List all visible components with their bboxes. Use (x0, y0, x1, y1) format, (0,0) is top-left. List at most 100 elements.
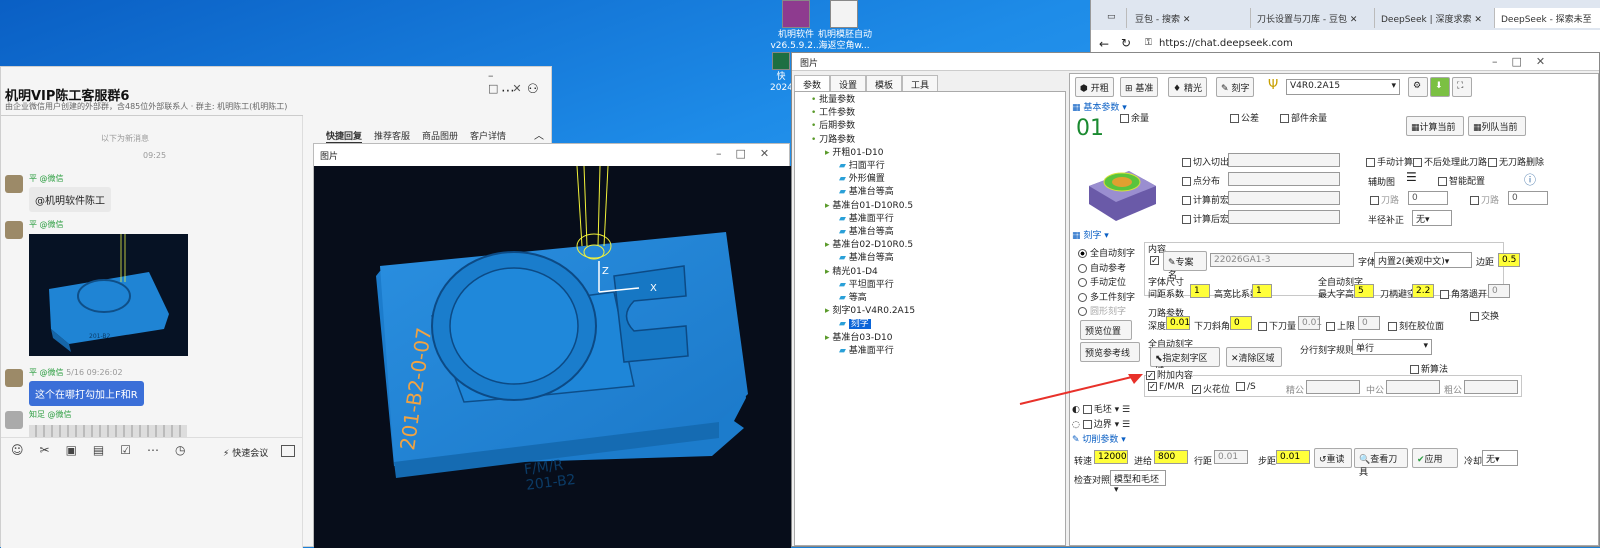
avatar[interactable] (5, 369, 23, 387)
tool-edit-icon[interactable]: ⚙ (1408, 77, 1428, 97)
coolant-select[interactable]: 无▾ (1482, 450, 1518, 466)
upper-limit-check[interactable]: 上限 (1326, 319, 1355, 332)
boundary-check[interactable]: ◌ 边界 ▾ ☰ (1072, 417, 1130, 430)
finish-button[interactable]: ♦ 精光 (1168, 77, 1207, 97)
engrave-section-header[interactable]: ▦ 刻字 ▾ (1072, 228, 1109, 241)
url-field[interactable]: https://chat.deepseek.com (1159, 38, 1293, 49)
browser-tab[interactable]: 豆包 - 搜索 ✕ (1129, 8, 1251, 28)
avatar[interactable] (5, 411, 23, 429)
tab-catalog[interactable]: 商品图册 (422, 132, 458, 142)
desktop-icon-mobei[interactable]: 机明模胚自动 海返空角w... (818, 0, 872, 52)
mode-circle[interactable]: 圆形刻字 (1078, 305, 1135, 320)
tree-node-step[interactable]: ▰ 基准台等高 (799, 186, 1061, 199)
datum-button[interactable]: ⊞ 基准 (1120, 77, 1159, 97)
tree-node-op[interactable]: ▸ 基准台03-D10 (799, 332, 1061, 345)
reload-button[interactable]: ↺重读 (1314, 448, 1352, 468)
info-icon[interactable]: ⓘ (1524, 171, 1536, 188)
layers-icon[interactable]: ☰ (1406, 170, 1417, 184)
tree-node-step[interactable]: ▰ 外形偏置 (799, 173, 1061, 186)
engrave-code-field[interactable]: 22026GA1-3 (1210, 253, 1354, 267)
tree-node-op[interactable]: ▸ 精光01-D4 (799, 266, 1061, 279)
tree-node-step[interactable]: ▰ 基准台等高 (799, 226, 1061, 239)
mode-full-auto[interactable]: 全自动刻字 (1078, 247, 1135, 262)
sidebar-toggle-icon[interactable] (281, 445, 295, 457)
split-rule-select[interactable]: 单行 ▾ (1352, 339, 1432, 355)
max-height-field[interactable]: 5 (1354, 284, 1374, 298)
window-controls[interactable]: –□✕ (488, 69, 551, 95)
point-dist-check[interactable]: 点分布 (1182, 174, 1220, 187)
tree-node-step[interactable]: ▰ 平坦面平行 (799, 279, 1061, 292)
font-select[interactable]: 内置2(美观中文)▾ (1374, 252, 1472, 268)
post-macro-select[interactable] (1228, 210, 1340, 224)
emoji-icon[interactable]: ☺ (11, 443, 24, 457)
tree-node-op[interactable]: ▸ 基准台02-D10R0.5 (799, 239, 1061, 252)
avatar[interactable] (5, 221, 23, 239)
tool-select[interactable]: V4R0.2A15 ▾ (1286, 79, 1400, 95)
down-amount-check[interactable]: 下刀量 (1258, 319, 1296, 332)
lead-inout-select[interactable] (1228, 153, 1340, 167)
pre-macro-check[interactable]: 计算前宏 (1182, 193, 1229, 206)
part-allowance-check[interactable]: 部件余量 (1280, 111, 1327, 124)
fmr-check[interactable]: F/M/R (1148, 382, 1184, 392)
step-field[interactable]: 0.01 (1214, 450, 1248, 464)
more-chat-icon[interactable]: ⋯ (147, 443, 159, 457)
browser-tab[interactable]: DeepSeek | 深度求索 ✕ (1375, 8, 1495, 28)
tree-node-step[interactable]: ▰ 基准面平行 (799, 213, 1061, 226)
tree-node-step[interactable]: ▰ 等高 (799, 292, 1061, 305)
cut-path-check-1[interactable]: 刀路 (1370, 193, 1399, 206)
queue-current-button[interactable]: ▦列队当前 (1468, 116, 1526, 136)
tree-node-root[interactable]: • 工件参数 (799, 107, 1061, 120)
roughing-button[interactable]: ⬢ 开粗 (1075, 77, 1114, 97)
point-dist-select[interactable] (1228, 172, 1340, 186)
message-image-partial[interactable] (29, 425, 187, 437)
allowance-check[interactable]: 余量 (1120, 111, 1149, 124)
message-image[interactable]: 201-B2 (29, 234, 188, 356)
window-controls[interactable]: –□✕ (1492, 55, 1559, 68)
frame-icon[interactable]: ⛶ (1452, 77, 1472, 97)
upper-limit-field[interactable]: 0 (1358, 316, 1380, 330)
no-delete-check[interactable]: 无刀路删除 (1488, 155, 1544, 168)
browser-tab-active[interactable]: DeepSeek - 探索未至 (1495, 8, 1600, 28)
tab-service[interactable]: 推荐客服 (374, 132, 410, 142)
tolerance-check[interactable]: 公差 (1230, 111, 1259, 124)
avatar[interactable] (5, 175, 23, 193)
mode-multi[interactable]: 多工件刻字 (1078, 291, 1135, 306)
engrave-button[interactable]: ✎ 刻字 (1216, 77, 1255, 97)
add-member-icon[interactable]: ⚇ (527, 82, 539, 97)
ratio-field[interactable]: 1 (1252, 284, 1272, 298)
task-icon[interactable]: ☑ (120, 443, 131, 457)
radius-comp-select[interactable]: 无▾ (1412, 210, 1452, 226)
down-amount-field[interactable]: 0.01 (1298, 316, 1322, 330)
pre-macro-select[interactable] (1228, 191, 1340, 205)
preview-position-button[interactable]: 预览位置 (1080, 320, 1132, 340)
feed-field[interactable]: 800 (1154, 450, 1188, 464)
calc-current-button[interactable]: ▦计算当前 (1406, 116, 1464, 136)
tree-node-op[interactable]: ▸ 基准台01-D10R0.5 (799, 200, 1061, 213)
tree-node-op[interactable]: ▸ 刻字01-V4R0.2A15 (799, 305, 1061, 318)
tree-node-step[interactable]: ▰ 扫面平行 (799, 160, 1061, 173)
holder-avoid-field[interactable]: 2.2 (1412, 284, 1434, 298)
new-algorithm-check[interactable]: 新算法 (1410, 362, 1448, 375)
mid-field[interactable] (1386, 380, 1440, 394)
margin-field[interactable]: 0.5 (1498, 253, 1520, 267)
back-icon[interactable]: ← (1099, 37, 1109, 51)
tree-node-root[interactable]: • 后期参数 (799, 120, 1061, 133)
tree-node-step[interactable]: ▰ 基准面平行 (799, 345, 1061, 358)
cut-value-1[interactable]: 0 (1408, 191, 1448, 205)
refresh-icon[interactable]: ↻ (1121, 36, 1131, 50)
desktop-icon-jiming[interactable]: 机明软件 v26.5.9.2... (770, 0, 822, 52)
manual-calc-check[interactable]: 手动计算 (1366, 155, 1413, 168)
basic-section-header[interactable]: ▦ 基本参数 ▾ (1072, 100, 1127, 113)
depth-field[interactable]: 0.01 (1166, 316, 1190, 330)
no-post-check[interactable]: 不后处理此刀路 (1413, 155, 1487, 168)
swap-check[interactable]: 交换 (1470, 309, 1499, 322)
speed-field[interactable]: 12000 (1094, 450, 1128, 464)
message-bubble-selected[interactable]: 这个在哪打勾加上F和R (29, 381, 144, 406)
file-icon[interactable]: ▤ (93, 443, 104, 457)
message-bubble[interactable]: @机明软件陈工 (29, 187, 111, 212)
ramp-field[interactable]: 0 (1230, 316, 1252, 330)
check-select[interactable]: 模型和毛坯▾ (1110, 470, 1166, 495)
clock-icon[interactable]: ◷ (175, 443, 185, 457)
s-check[interactable]: /S (1236, 382, 1256, 392)
browser-tab[interactable]: 刀长设置与刀库 - 豆包 ✕ (1251, 8, 1375, 28)
